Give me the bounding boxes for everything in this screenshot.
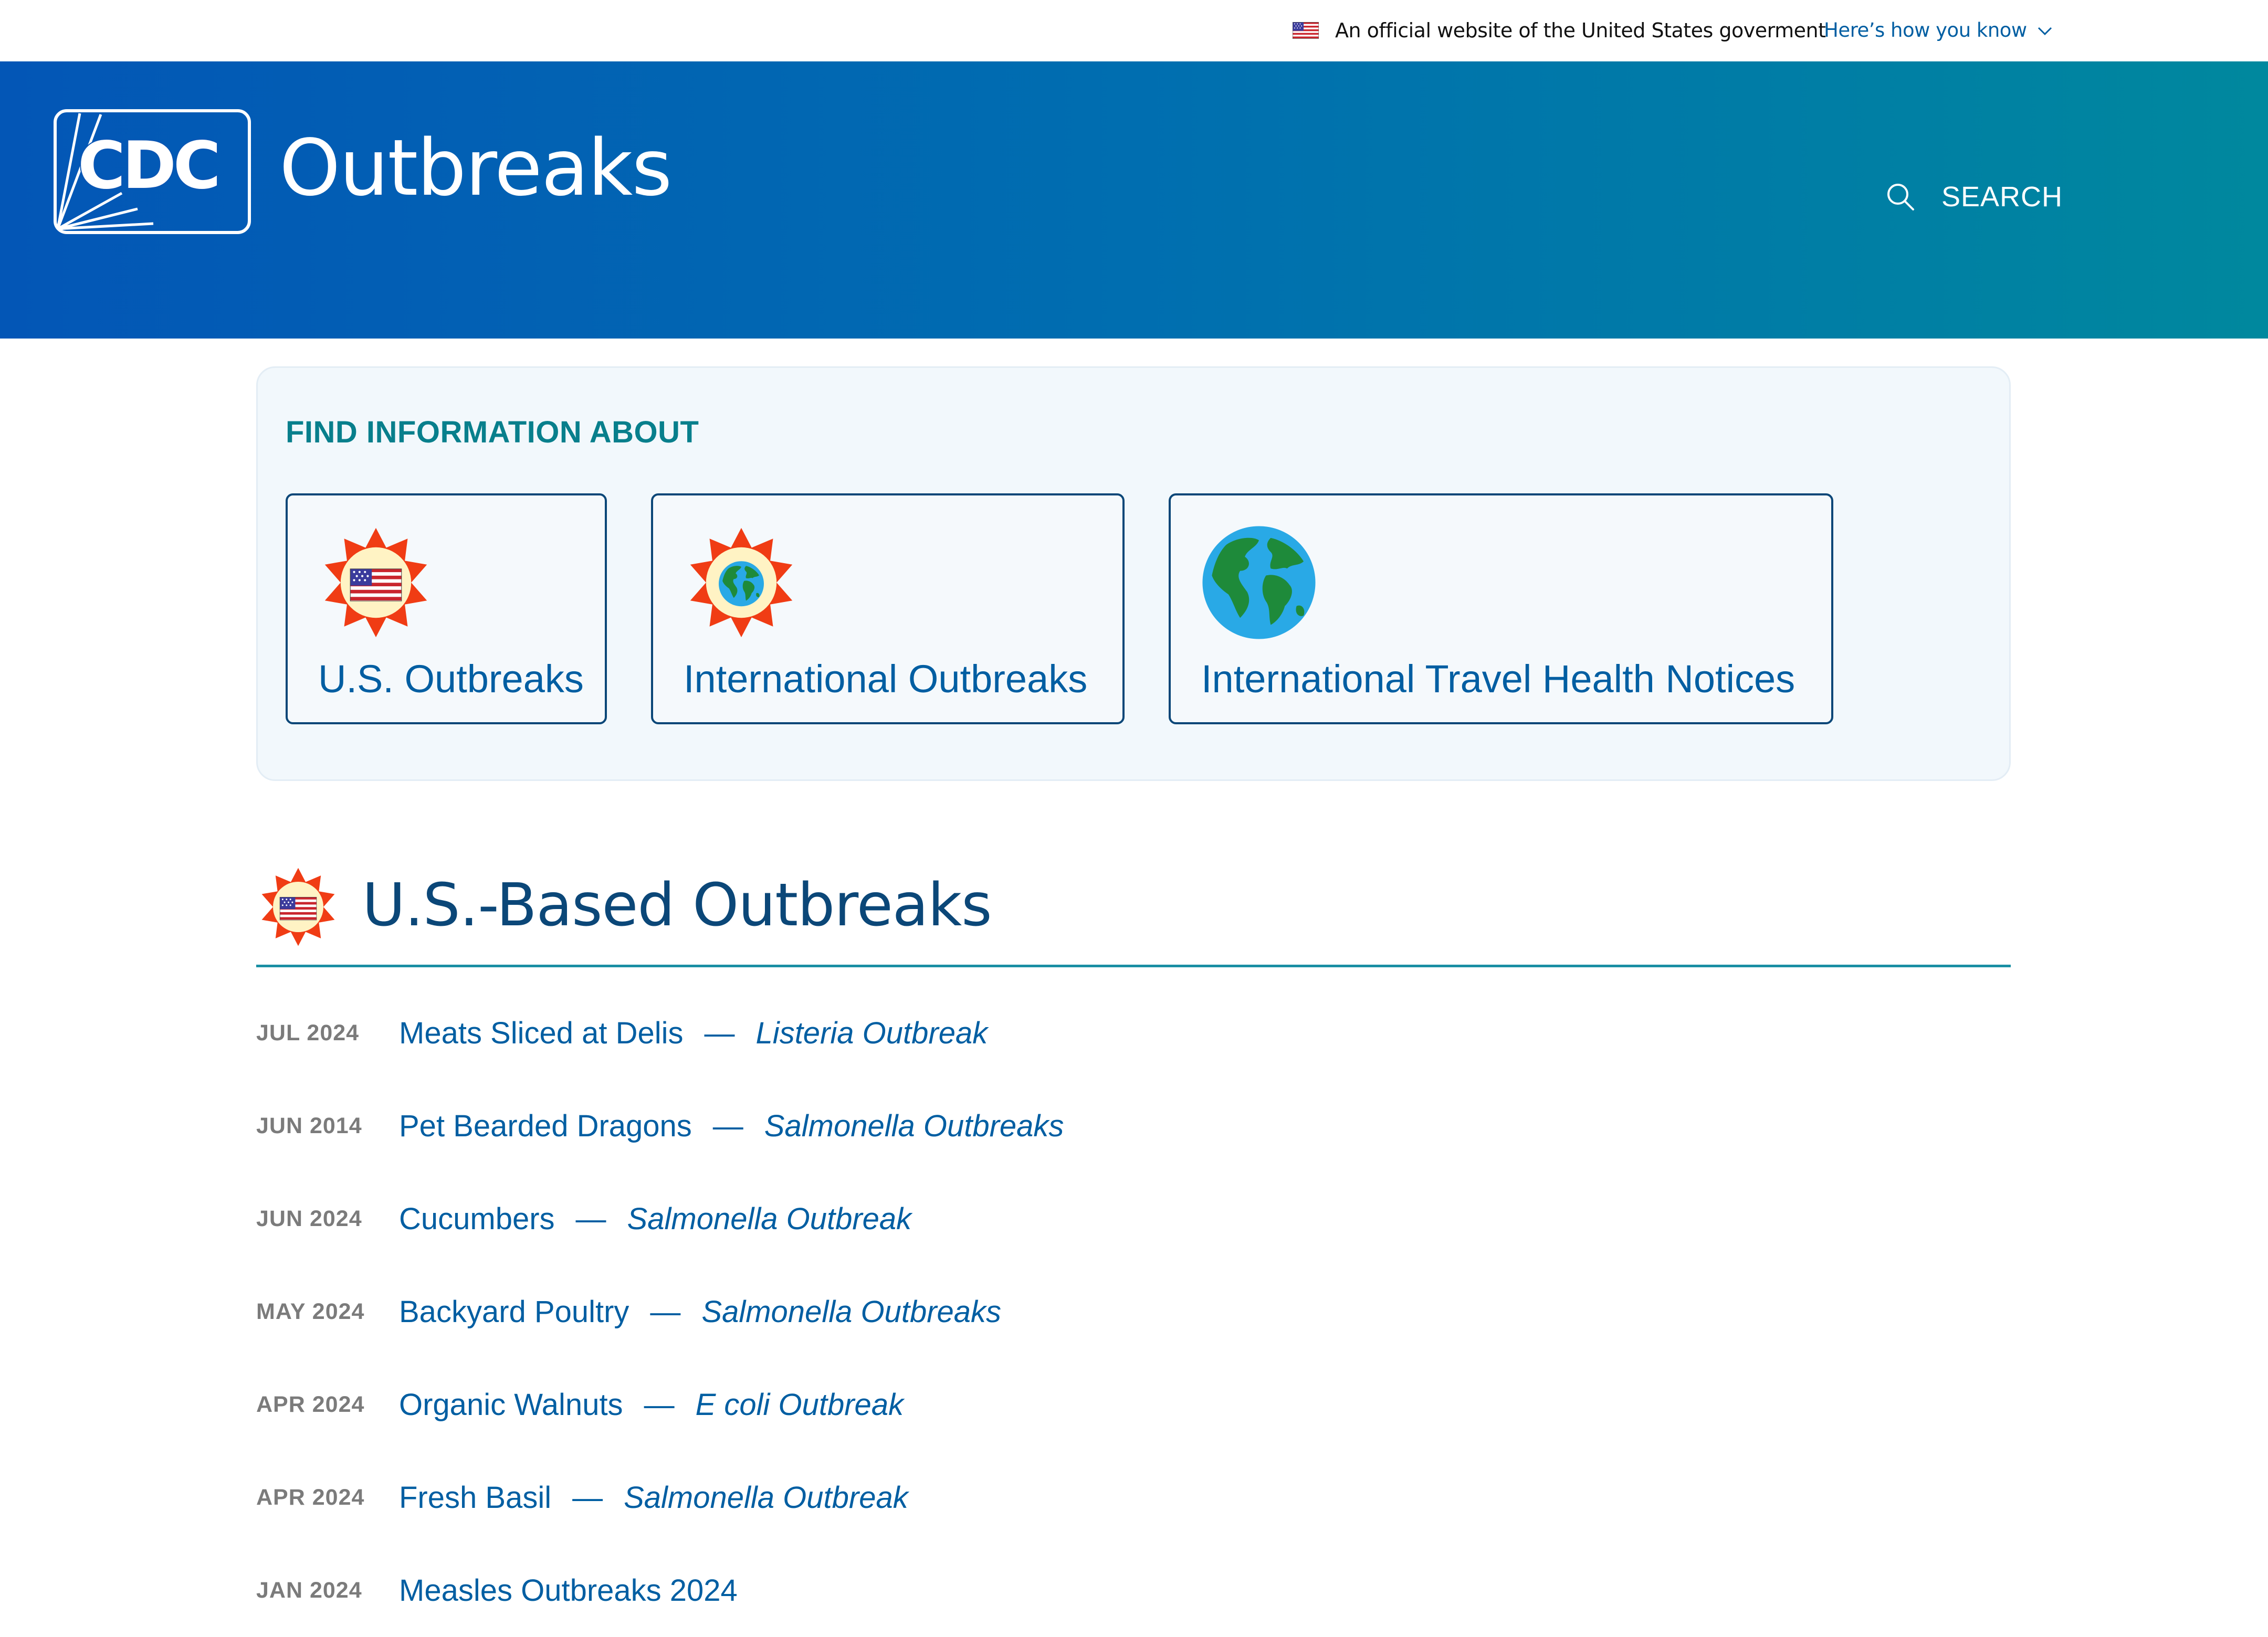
outbreak-link[interactable]: Cucumbers bbox=[399, 1201, 555, 1237]
outbreak-link[interactable]: Meats Sliced at Delis bbox=[399, 1016, 684, 1051]
card-label: U.S. Outbreaks bbox=[318, 657, 584, 701]
separator: — bbox=[572, 1481, 603, 1515]
outbreak-link[interactable]: Organic Walnuts bbox=[399, 1387, 623, 1422]
outbreak-link[interactable]: Backyard Poultry bbox=[399, 1294, 629, 1329]
search-label: SEARCH bbox=[1941, 181, 2063, 213]
outbreak-type-link[interactable]: Salmonella Outbreaks bbox=[764, 1108, 1064, 1144]
list-item: JUN 2024 Cucumbers — Salmonella Outbreak bbox=[256, 1173, 2011, 1265]
outbreak-date: JAN 2024 bbox=[256, 1578, 362, 1603]
gov-banner-text: An official website of the United States… bbox=[1335, 19, 1826, 42]
globe-icon bbox=[1200, 524, 1318, 641]
find-info-heading: FIND INFORMATION ABOUT bbox=[286, 415, 699, 449]
search-button[interactable]: SEARCH bbox=[1885, 178, 2063, 215]
separator: — bbox=[644, 1388, 675, 1422]
card-international-outbreaks[interactable]: International Outbreaks bbox=[651, 493, 1125, 724]
cdc-logo[interactable]: CDC bbox=[54, 109, 251, 234]
outbreak-date: JUL 2024 bbox=[256, 1020, 360, 1045]
outbreak-type-link[interactable]: Salmonella Outbreaks bbox=[701, 1294, 1001, 1329]
section-divider bbox=[256, 965, 2011, 967]
list-item: JAN 2024 Measles Outbreaks 2024 bbox=[256, 1544, 2011, 1637]
how-you-know-link[interactable]: Here’s how you know bbox=[1824, 16, 2027, 45]
us-flag-icon bbox=[1293, 22, 1319, 39]
us-outbreak-badge-icon bbox=[256, 865, 340, 949]
outbreak-type-link[interactable]: E coli Outbreak bbox=[696, 1387, 904, 1422]
card-label: International Outbreaks bbox=[684, 657, 1088, 701]
outbreak-link[interactable]: Pet Bearded Dragons bbox=[399, 1108, 692, 1144]
outbreak-date: MAY 2024 bbox=[256, 1299, 365, 1324]
card-us-outbreaks[interactable]: U.S. Outbreaks bbox=[286, 493, 607, 724]
us-outbreak-badge-icon bbox=[317, 524, 435, 641]
site-title[interactable]: Outbreaks bbox=[279, 121, 672, 215]
outbreak-type-link[interactable]: Salmonella Outbreak bbox=[627, 1201, 912, 1237]
separator: — bbox=[650, 1295, 681, 1329]
separator: — bbox=[712, 1109, 743, 1143]
outbreak-link[interactable]: Fresh Basil bbox=[399, 1480, 551, 1515]
outbreak-list: JUL 2024 Meats Sliced at Delis — Listeri… bbox=[256, 987, 2011, 1637]
card-travel-health-notices[interactable]: International Travel Health Notices bbox=[1169, 493, 1833, 724]
logo-text: CDC bbox=[78, 128, 218, 204]
separator: — bbox=[704, 1016, 735, 1050]
outbreak-date: APR 2024 bbox=[256, 1485, 365, 1510]
search-icon bbox=[1887, 184, 1914, 210]
list-item: JUN 2014 Pet Bearded Dragons — Salmonell… bbox=[256, 1080, 2011, 1173]
list-item: MAY 2024 Backyard Poultry — Salmonella O… bbox=[256, 1265, 2011, 1358]
card-label: International Travel Health Notices bbox=[1201, 657, 1796, 701]
list-item: APR 2024 Fresh Basil — Salmonella Outbre… bbox=[256, 1451, 2011, 1544]
international-outbreak-badge-icon bbox=[682, 524, 800, 641]
outbreak-date: JUN 2024 bbox=[256, 1206, 362, 1231]
outbreak-type-link[interactable]: Salmonella Outbreak bbox=[624, 1480, 908, 1515]
section-title: U.S.-Based Outbreaks bbox=[362, 871, 992, 939]
outbreak-date: JUN 2014 bbox=[256, 1113, 362, 1138]
outbreak-link[interactable]: Measles Outbreaks 2024 bbox=[399, 1573, 738, 1608]
list-item: APR 2024 Organic Walnuts — E coli Outbre… bbox=[256, 1358, 2011, 1451]
list-item: JUL 2024 Meats Sliced at Delis — Listeri… bbox=[256, 987, 2011, 1080]
outbreak-date: APR 2024 bbox=[256, 1392, 365, 1417]
outbreak-type-link[interactable]: Listeria Outbreak bbox=[756, 1016, 988, 1051]
separator: — bbox=[575, 1202, 606, 1236]
chevron-down-icon[interactable] bbox=[2036, 23, 2054, 39]
gov-banner: An official website of the United States… bbox=[0, 0, 2268, 61]
